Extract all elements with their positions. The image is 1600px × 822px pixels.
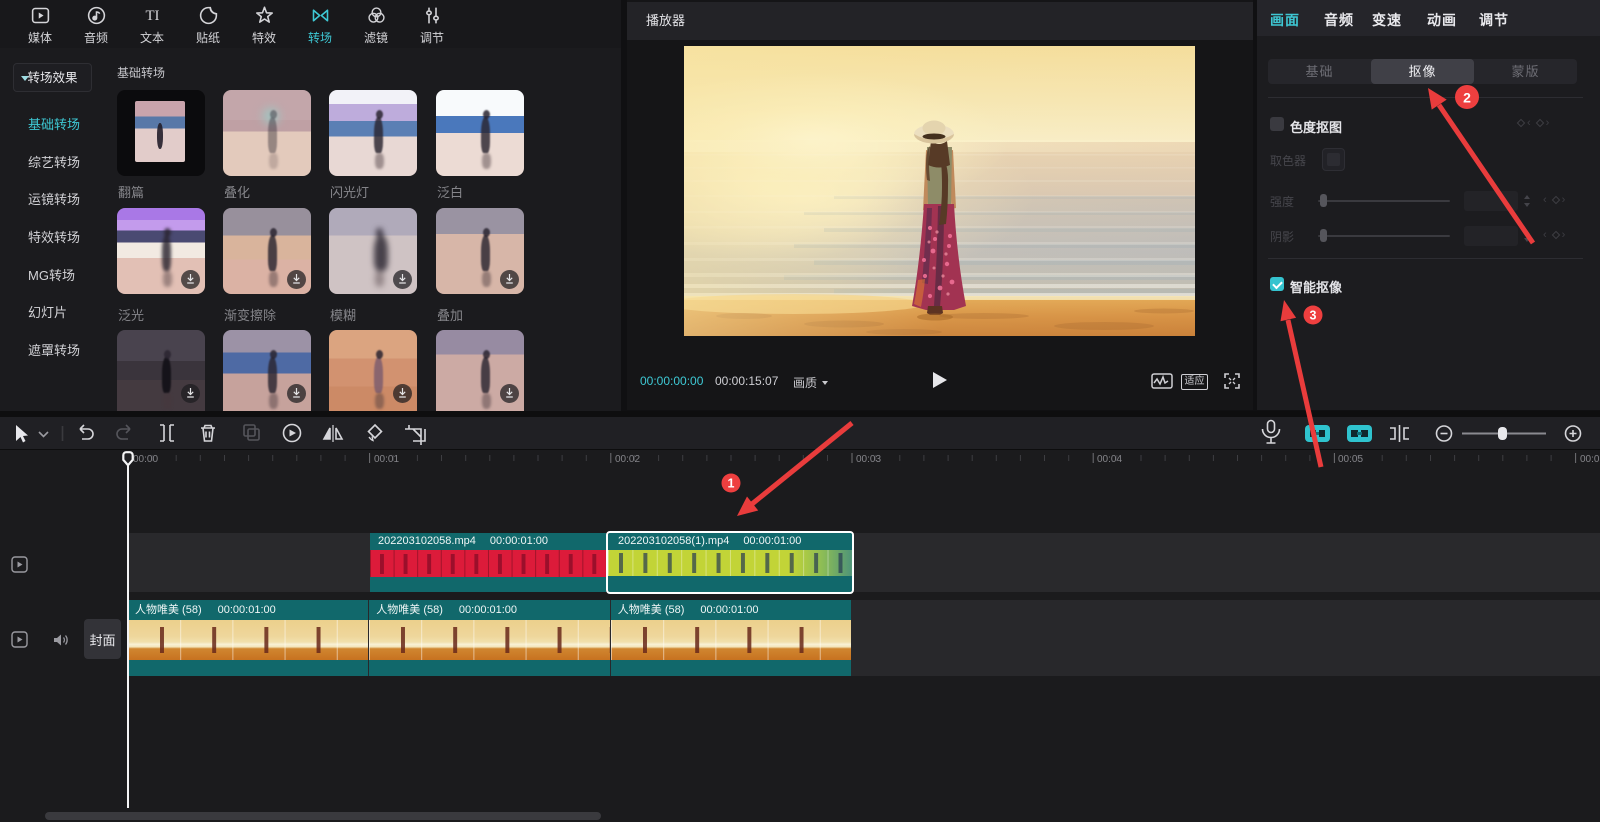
svg-text:TI: TI bbox=[145, 7, 159, 23]
svg-text:00:0: 00:0 bbox=[1580, 454, 1600, 465]
svg-text:00:00: 00:00 bbox=[133, 454, 158, 465]
svg-text:00:04: 00:04 bbox=[1097, 454, 1122, 465]
svg-text:00:03: 00:03 bbox=[856, 454, 881, 465]
svg-text:00:01: 00:01 bbox=[374, 454, 399, 465]
svg-text:00:02: 00:02 bbox=[615, 454, 640, 465]
svg-text:00:05: 00:05 bbox=[1338, 454, 1363, 465]
